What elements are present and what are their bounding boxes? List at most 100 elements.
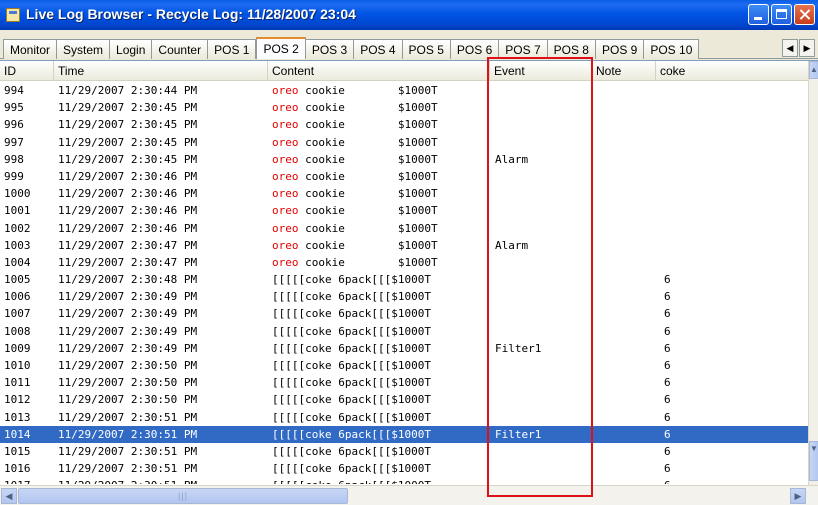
table-row[interactable]: 1013 11/29/2007 2:30:51 PM [[[[[coke 6pack…	[0, 409, 808, 426]
tab-strip: Monitor System Login Counter POS 1 POS 2 POS 3…	[0, 37, 818, 59]
table-row[interactable]: 1008 11/29/2007 2:30:49 PM [[[[[coke 6pack…	[0, 323, 808, 340]
cell-time: 11/29/2007 2:30:46 PM	[58, 204, 198, 218]
minimize-icon[interactable]	[748, 4, 769, 25]
table-row[interactable]: 1009 11/29/2007 2:30:49 PM [[[[[coke 6pack…	[0, 340, 808, 357]
tab-counter[interactable]: Counter	[152, 39, 209, 59]
cell-id: 1009	[4, 341, 31, 355]
log-grid: ID Time Content Event Note coke 994 11/29…	[0, 60, 818, 485]
column-header-coke[interactable]: coke	[656, 61, 808, 81]
cell-content: [[[[[coke 6pack[[[$1000T	[272, 393, 431, 407]
tab-pos-10[interactable]: POS 10	[644, 39, 700, 59]
cell-time: 11/29/2007 2:30:51 PM	[58, 462, 198, 476]
tab-login[interactable]: Login	[110, 39, 153, 59]
column-header-id[interactable]: ID	[0, 61, 54, 81]
table-row[interactable]: 1012 11/29/2007 2:30:50 PM [[[[[coke 6pack…	[0, 391, 808, 408]
table-row[interactable]: 1011 11/29/2007 2:30:50 PM [[[[[coke 6pack…	[0, 374, 808, 391]
table-row[interactable]: 999 11/29/2007 2:30:46 PM oreo cookie $100…	[0, 168, 808, 185]
cell-content: [[[[[coke 6pack[[[$1000T	[272, 444, 431, 458]
cell-id: 1012	[4, 393, 31, 407]
tab-pos-9[interactable]: POS 9	[595, 39, 645, 59]
column-header-event[interactable]: Event	[490, 61, 592, 81]
table-row[interactable]: 1015 11/29/2007 2:30:51 PM [[[[[coke 6pack…	[0, 443, 808, 460]
table-row[interactable]: 995 11/29/2007 2:30:45 PM oreo cookie $100…	[0, 99, 808, 116]
table-row[interactable]: 1006 11/29/2007 2:30:49 PM [[[[[coke 6pack…	[0, 288, 808, 305]
tab-system[interactable]: System	[57, 39, 111, 59]
table-row[interactable]: 1002 11/29/2007 2:30:46 PM oreo cookie $10…	[0, 220, 808, 237]
cell-content: cookie $1000T	[272, 152, 438, 166]
table-row[interactable]: 1004 11/29/2007 2:30:47 PM oreo cookie $10…	[0, 254, 808, 271]
tab-pos-6[interactable]: POS 6	[450, 39, 500, 59]
cell-id: 1017	[4, 477, 54, 484]
cell-time: 11/29/2007 2:30:51 PM	[58, 477, 268, 484]
horizontal-scroll-thumb[interactable]: |||	[18, 488, 348, 504]
cell-time: 11/29/2007 2:30:49 PM	[58, 324, 198, 338]
tab-scroll-left-icon[interactable]: ◀	[782, 39, 798, 57]
table-row[interactable]: 1001 11/29/2007 2:30:46 PM oreo cookie $10…	[0, 202, 808, 219]
table-row[interactable]: 1003 11/29/2007 2:30:47 PM oreo cookie $10…	[0, 237, 808, 254]
cell-coke: 6	[664, 324, 671, 338]
cell-coke	[664, 99, 764, 116]
tab-pos-3[interactable]: POS 3	[305, 39, 355, 59]
cell-event: Filter1	[495, 341, 542, 355]
tab-scroll-right-icon[interactable]: ▶	[799, 39, 815, 57]
cell-coke	[664, 151, 764, 168]
cell-content: cookie $1000T	[272, 118, 438, 132]
cell-time: 11/29/2007 2:30:50 PM	[58, 376, 198, 390]
maximize-icon[interactable]	[771, 4, 792, 25]
cell-id: 1002	[4, 221, 31, 235]
cell-event	[495, 288, 589, 305]
cell-coke	[664, 237, 764, 254]
cell-id: 996	[4, 118, 24, 132]
table-row[interactable]: 1007 11/29/2007 2:30:49 PM [[[[[coke 6pack…	[0, 305, 808, 322]
cell-id: 1013	[4, 410, 31, 424]
cell-id: 999	[4, 169, 24, 183]
window-title: Live Log Browser - Recycle Log: 11/28/20…	[26, 6, 356, 22]
tab-pos-8[interactable]: POS 8	[547, 39, 596, 59]
tab-monitor[interactable]: Monitor	[3, 39, 58, 59]
cell-content: [[[[[coke 6pack[[[$1000T	[272, 410, 431, 424]
tab-pos-4[interactable]: POS 4	[354, 39, 403, 59]
cell-content: [[[[[coke 6pack[[[$1000T	[272, 462, 431, 476]
close-icon[interactable]	[794, 4, 815, 25]
table-row[interactable]: 1016 11/29/2007 2:30:51 PM [[[[[coke 6pack…	[0, 460, 808, 477]
table-row[interactable]: 1017 11/29/2007 2:30:51 PM [[[[[coke 6pack…	[0, 477, 808, 484]
cell-content: [[[[[coke 6pack[[[$1000T	[272, 477, 484, 484]
table-row[interactable]: 998 11/29/2007 2:30:45 PM oreo cookie $100…	[0, 151, 808, 168]
table-row[interactable]: 1000 11/29/2007 2:30:46 PM oreo cookie $10…	[0, 185, 808, 202]
cell-content: [[[[[coke 6pack[[[$1000T	[272, 273, 431, 287]
cell-time: 11/29/2007 2:30:49 PM	[58, 341, 198, 355]
table-row[interactable]: 996 11/29/2007 2:30:45 PM oreo cookie $100…	[0, 116, 808, 133]
cell-coke: 6	[664, 341, 671, 355]
tab-pos-7[interactable]: POS 7	[499, 39, 548, 59]
column-header-content[interactable]: Content	[268, 61, 490, 81]
cell-time: 11/29/2007 2:30:48 PM	[58, 273, 198, 287]
column-header-note[interactable]: Note	[592, 61, 656, 81]
vertical-scroll-thumb[interactable]: ▼	[809, 441, 818, 481]
table-row[interactable]: 994 11/29/2007 2:30:44 PM oreo cookie $100…	[0, 82, 808, 99]
tab-pos-1[interactable]: POS 1	[208, 39, 257, 59]
title-bar[interactable]: Live Log Browser - Recycle Log: 11/28/20…	[0, 0, 818, 30]
cell-coke	[664, 168, 764, 185]
cell-id: 1000	[4, 187, 31, 201]
tab-pos-5[interactable]: POS 5	[402, 39, 451, 59]
cell-event	[495, 443, 589, 460]
tab-pos-2[interactable]: POS 2	[256, 37, 306, 59]
cell-time: 11/29/2007 2:30:51 PM	[58, 410, 198, 424]
cell-content: cookie $1000T	[272, 204, 438, 218]
table-row[interactable]: 997 11/29/2007 2:30:45 PM oreo cookie $100…	[0, 134, 808, 151]
cell-content: [[[[[coke 6pack[[[$1000T	[272, 307, 431, 321]
cell-content: [[[[[coke 6pack[[[$1000T	[272, 376, 431, 390]
cell-event	[495, 254, 589, 271]
cell-content: [[[[[coke 6pack[[[$1000T	[272, 290, 431, 304]
cell-coke	[664, 220, 764, 237]
table-row[interactable]: 1014 11/29/2007 2:30:51 PM [[[[[coke 6pack…	[0, 425, 808, 443]
table-row[interactable]: 1005 11/29/2007 2:30:48 PM [[[[[coke 6pack…	[0, 271, 808, 288]
scroll-right-icon[interactable]: ▶	[790, 488, 806, 504]
scroll-left-icon[interactable]: ◀	[1, 488, 17, 504]
table-row[interactable]: 1010 11/29/2007 2:30:50 PM [[[[[coke 6pack…	[0, 357, 808, 374]
column-header-time[interactable]: Time	[54, 61, 268, 81]
scroll-up-icon[interactable]: ▲	[809, 61, 818, 79]
vertical-scrollbar[interactable]: ▲ ▼	[808, 61, 818, 485]
horizontal-scrollbar[interactable]: ◀ ||| ▶	[0, 485, 818, 505]
cell-coke: 6	[664, 462, 671, 476]
